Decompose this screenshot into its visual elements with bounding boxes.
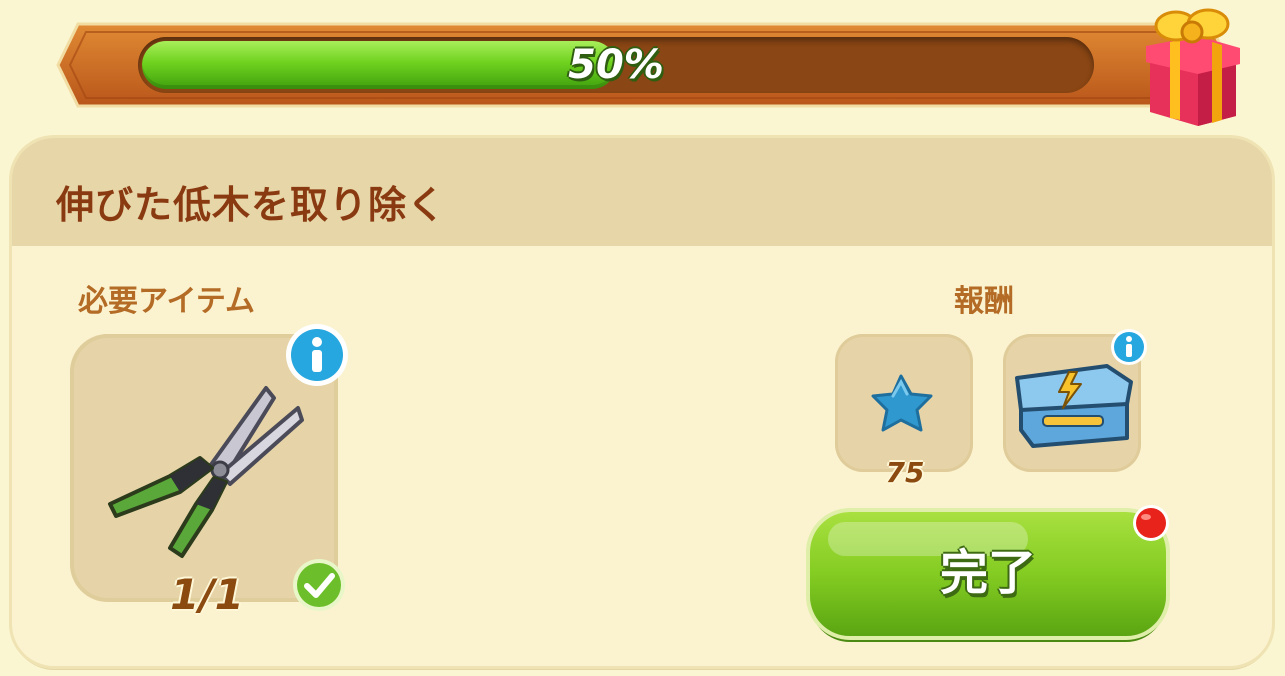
progress-banner: 50% (56, 8, 1240, 126)
blue-star-icon (871, 374, 933, 432)
complete-button-label: 完了 (939, 547, 1036, 600)
progress-bar: 50% (138, 37, 1094, 93)
check-icon (293, 559, 345, 611)
task-panel: 伸びた低木を取り除く 必要アイテム 報酬 1/1 75 完了 (12, 138, 1272, 666)
reward-card-star[interactable] (835, 334, 973, 472)
gift-box-icon[interactable] (1136, 8, 1244, 126)
notification-dot-icon (1133, 505, 1169, 541)
item-count: 1/1 (170, 570, 244, 619)
rewards-label: 報酬 (954, 284, 1014, 319)
reward-amount: 75 (885, 456, 925, 489)
task-header: 伸びた低木を取り除く (12, 138, 1272, 246)
required-items-label: 必要アイテム (78, 284, 255, 319)
complete-button[interactable]: 完了 (810, 512, 1166, 636)
chest-info-icon[interactable] (1110, 328, 1148, 366)
item-info-icon[interactable] (284, 322, 350, 388)
progress-percent: 50% (568, 42, 664, 88)
task-title: 伸びた低木を取り除く (56, 183, 447, 227)
